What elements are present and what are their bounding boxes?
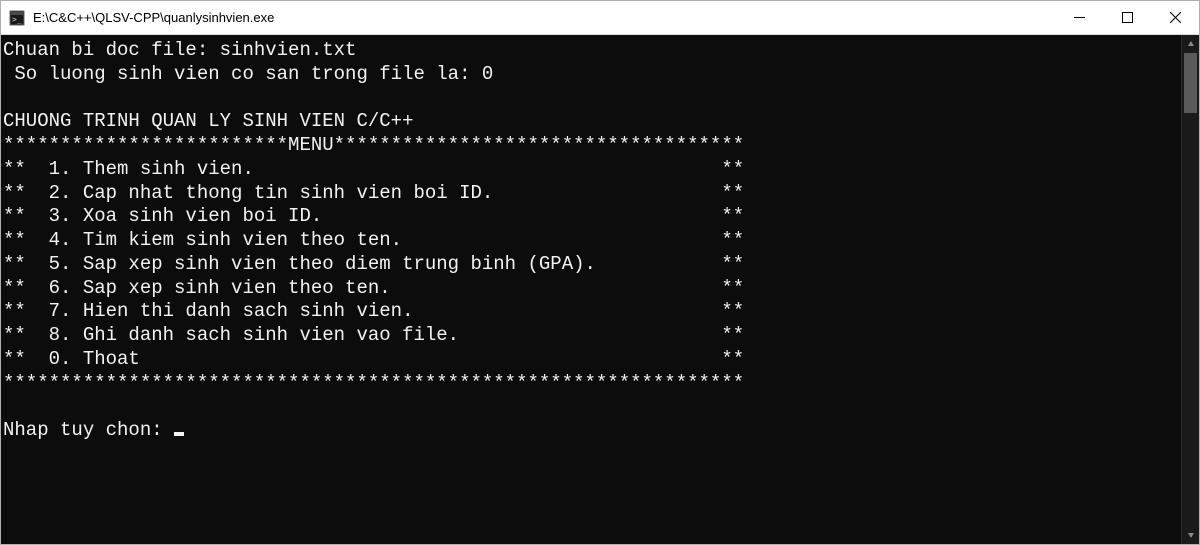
menu-border-top: *************************MENU***********…	[3, 134, 744, 156]
console-area: Chuan bi doc file: sinhvien.txt So luong…	[1, 35, 1199, 544]
input-prompt: Nhap tuy chon:	[3, 419, 174, 441]
menu-border-bottom: ****************************************…	[3, 372, 744, 394]
menu-item: ** 5. Sap xep sinh vien theo diem trung …	[3, 253, 744, 275]
maximize-button[interactable]	[1103, 1, 1151, 34]
close-button[interactable]	[1151, 1, 1199, 34]
menu-item: ** 2. Cap nhat thong tin sinh vien boi I…	[3, 182, 744, 204]
output-line: So luong sinh vien co san trong file la:…	[3, 63, 493, 85]
menu-item: ** 4. Tim kiem sinh vien theo ten. **	[3, 229, 744, 251]
console-output[interactable]: Chuan bi doc file: sinhvien.txt So luong…	[1, 35, 1181, 544]
menu-item: ** 0. Thoat **	[3, 348, 744, 370]
scroll-down-arrow[interactable]	[1182, 526, 1199, 544]
scrollbar-thumb[interactable]	[1184, 53, 1197, 113]
titlebar[interactable]: >_ E:\C&C++\QLSV-CPP\quanlysinhvien.exe	[1, 1, 1199, 35]
menu-item: ** 1. Them sinh vien. **	[3, 158, 744, 180]
output-line: Chuan bi doc file: sinhvien.txt	[3, 39, 356, 61]
vertical-scrollbar[interactable]	[1181, 35, 1199, 544]
minimize-button[interactable]	[1055, 1, 1103, 34]
menu-item: ** 3. Xoa sinh vien boi ID. **	[3, 205, 744, 227]
menu-item: ** 6. Sap xep sinh vien theo ten. **	[3, 277, 744, 299]
window-title: E:\C&C++\QLSV-CPP\quanlysinhvien.exe	[33, 10, 1055, 25]
menu-item: ** 8. Ghi danh sach sinh vien vao file. …	[3, 324, 744, 346]
svg-text:>_: >_	[12, 15, 22, 24]
output-heading: CHUONG TRINH QUAN LY SINH VIEN C/C++	[3, 110, 413, 132]
window-controls	[1055, 1, 1199, 34]
console-window: >_ E:\C&C++\QLSV-CPP\quanlysinhvien.exe …	[0, 0, 1200, 545]
menu-item: ** 7. Hien thi danh sach sinh vien. **	[3, 300, 744, 322]
text-cursor	[174, 432, 184, 436]
scroll-up-arrow[interactable]	[1182, 35, 1199, 53]
app-icon: >_	[9, 10, 25, 26]
